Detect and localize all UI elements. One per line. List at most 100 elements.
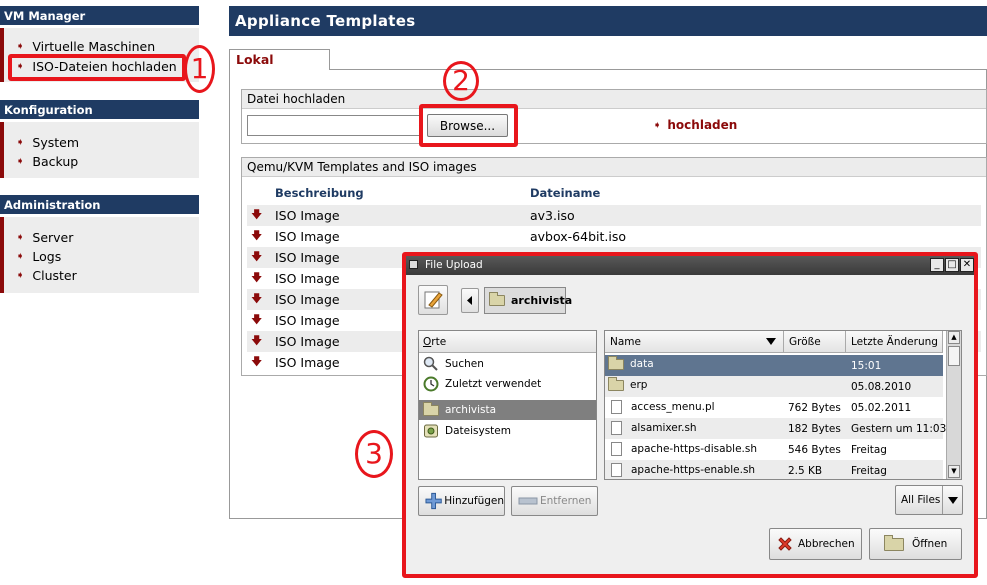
- place-archivista[interactable]: archivista: [419, 400, 596, 420]
- column-header-name[interactable]: Name: [605, 331, 784, 353]
- column-header-dateiname[interactable]: Dateiname: [530, 186, 600, 200]
- sort-descending-icon: [766, 338, 776, 345]
- file-name: erp: [630, 379, 648, 391]
- file-row-data[interactable]: data 15:01: [605, 355, 943, 376]
- file-icon: [611, 421, 622, 435]
- file-icon: [611, 442, 622, 456]
- path-label: archivista: [511, 294, 573, 307]
- file-date: Gestern um 11:03: [851, 423, 947, 435]
- file-size: 2.5 KB: [788, 465, 823, 477]
- download-arrow-icon[interactable]: 🡇: [247, 248, 275, 267]
- arrow-right-icon: ➧: [16, 269, 25, 281]
- remove-place-button[interactable]: Entfernen: [511, 486, 598, 516]
- file-filter-select[interactable]: All Files: [895, 485, 963, 515]
- places-header[interactable]: Orte: [419, 331, 596, 353]
- file-date: 05.08.2010: [851, 381, 912, 393]
- place-dateisystem[interactable]: Dateisystem: [419, 421, 596, 441]
- place-label: Dateisystem: [445, 425, 511, 437]
- maximize-icon[interactable]: □: [945, 258, 959, 272]
- file-date: Freitag: [851, 465, 887, 477]
- column-header-beschreibung[interactable]: Beschreibung: [275, 186, 364, 200]
- nav-item-label: Virtuelle Maschinen: [32, 38, 156, 54]
- chevron-down-icon: [948, 497, 958, 504]
- file-name: alsamixer.sh: [631, 422, 697, 434]
- upload-link[interactable]: ➧ hochladen: [653, 118, 737, 132]
- add-place-button[interactable]: Hinzufügen: [418, 486, 505, 516]
- path-button-archivista[interactable]: archivista: [484, 287, 572, 314]
- places-pane: Orte Suchen Zuletzt verwendet archivista…: [418, 330, 597, 480]
- plus-icon: [425, 492, 442, 510]
- file-path-input[interactable]: [247, 115, 422, 136]
- file-size: 546 Bytes: [788, 444, 841, 456]
- nav-panel-vm-manager: ➧ Virtuelle Maschinen ➧ ISO-Dateien hoch…: [0, 28, 199, 82]
- arrow-right-icon: ➧: [653, 119, 662, 131]
- nav-item-label: Backup: [32, 153, 79, 169]
- arrow-left-icon: [467, 296, 472, 305]
- cancel-button[interactable]: Abbrechen: [769, 528, 862, 560]
- tab-lokal[interactable]: Lokal: [229, 49, 330, 70]
- file-size: 182 Bytes: [788, 423, 841, 435]
- nav-item-label: ISO-Dateien hochladen: [32, 58, 177, 74]
- file-row-access-menu[interactable]: access_menu.pl 762 Bytes 05.02.2011: [605, 397, 943, 418]
- download-arrow-icon[interactable]: 🡇: [247, 206, 275, 225]
- row-filename: av3.iso: [530, 208, 575, 223]
- minimize-icon[interactable]: _: [930, 258, 944, 272]
- nav-header-vm-manager: VM Manager: [0, 6, 199, 25]
- open-button[interactable]: Öffnen: [869, 528, 962, 560]
- file-size: 762 Bytes: [788, 402, 841, 414]
- column-header-letzte-aenderung[interactable]: Letzte Änderung: [846, 331, 943, 353]
- download-arrow-icon[interactable]: 🡇: [247, 311, 275, 330]
- arrow-right-icon: ➧: [16, 60, 25, 72]
- place-suchen[interactable]: Suchen: [419, 354, 596, 374]
- nav-item-label: Cluster: [32, 267, 77, 283]
- download-arrow-icon[interactable]: 🡇: [247, 269, 275, 288]
- folder-icon: [423, 401, 439, 416]
- annotation-number-1: 1: [184, 45, 215, 93]
- file-date: Freitag: [851, 444, 887, 456]
- download-arrow-icon[interactable]: 🡇: [247, 290, 275, 309]
- files-scrollbar[interactable]: ▲ ▼: [946, 331, 961, 479]
- files-pane: Name Größe Letzte Änderung data 15:01 er…: [604, 330, 962, 480]
- table-row[interactable]: 🡇 ISO Image av3.iso: [247, 205, 981, 226]
- annotation-number-3: 3: [355, 430, 393, 478]
- dialog-titlebar[interactable]: File Upload _ □ ✕: [405, 255, 975, 275]
- path-back-button[interactable]: [461, 288, 479, 313]
- nav-item-cluster[interactable]: ➧ Cluster: [16, 266, 77, 284]
- type-filename-button[interactable]: [418, 285, 448, 315]
- nav-item-system[interactable]: ➧ System: [16, 133, 79, 151]
- window-menu-icon[interactable]: [409, 260, 418, 269]
- download-arrow-icon[interactable]: 🡇: [247, 353, 275, 372]
- nav-item-iso-upload[interactable]: ➧ ISO-Dateien hochladen: [16, 57, 177, 75]
- close-icon[interactable]: ✕: [960, 258, 974, 272]
- edit-pencil-icon: [424, 291, 443, 309]
- page-title: Appliance Templates: [229, 6, 987, 36]
- nav-item-logs[interactable]: ➧ Logs: [16, 247, 61, 265]
- search-icon: [423, 356, 438, 371]
- nav-item-backup[interactable]: ➧ Backup: [16, 152, 78, 170]
- row-filename: avbox-64bit.iso: [530, 229, 626, 244]
- file-row-apache-disable[interactable]: apache-https-disable.sh 546 Bytes Freita…: [605, 439, 943, 460]
- nav-item-server[interactable]: ➧ Server: [16, 228, 73, 246]
- file-name: apache-https-disable.sh: [631, 443, 758, 455]
- cancel-label: Abbrechen: [798, 538, 855, 550]
- download-arrow-icon[interactable]: 🡇: [247, 227, 275, 246]
- file-row-erp[interactable]: erp 05.08.2010: [605, 376, 943, 397]
- recent-clock-icon: [423, 376, 439, 392]
- file-name: data: [630, 358, 654, 370]
- browse-button[interactable]: Browse...: [427, 114, 508, 137]
- file-name: access_menu.pl: [631, 401, 715, 413]
- column-header-groesse[interactable]: Größe: [784, 331, 846, 353]
- dialog-title: File Upload: [425, 259, 483, 271]
- remove-place-label: Entfernen: [540, 495, 592, 507]
- nav-item-virtuelle-maschinen[interactable]: ➧ Virtuelle Maschinen: [16, 37, 155, 55]
- file-row-alsamixer[interactable]: alsamixer.sh 182 Bytes Gestern um 11:03: [605, 418, 947, 439]
- scroll-thumb[interactable]: [948, 346, 960, 366]
- file-row-apache-enable[interactable]: apache-https-enable.sh 2.5 KB Freitag: [605, 460, 943, 479]
- download-arrow-icon[interactable]: 🡇: [247, 332, 275, 351]
- place-zuletzt-verwendet[interactable]: Zuletzt verwendet: [419, 374, 596, 394]
- arrow-right-icon: ➧: [16, 136, 25, 148]
- scroll-down-icon[interactable]: ▼: [948, 465, 960, 478]
- scroll-up-icon[interactable]: ▲: [948, 331, 960, 344]
- arrow-right-icon: ➧: [16, 155, 25, 167]
- table-row[interactable]: 🡇 ISO Image avbox-64bit.iso: [247, 226, 981, 247]
